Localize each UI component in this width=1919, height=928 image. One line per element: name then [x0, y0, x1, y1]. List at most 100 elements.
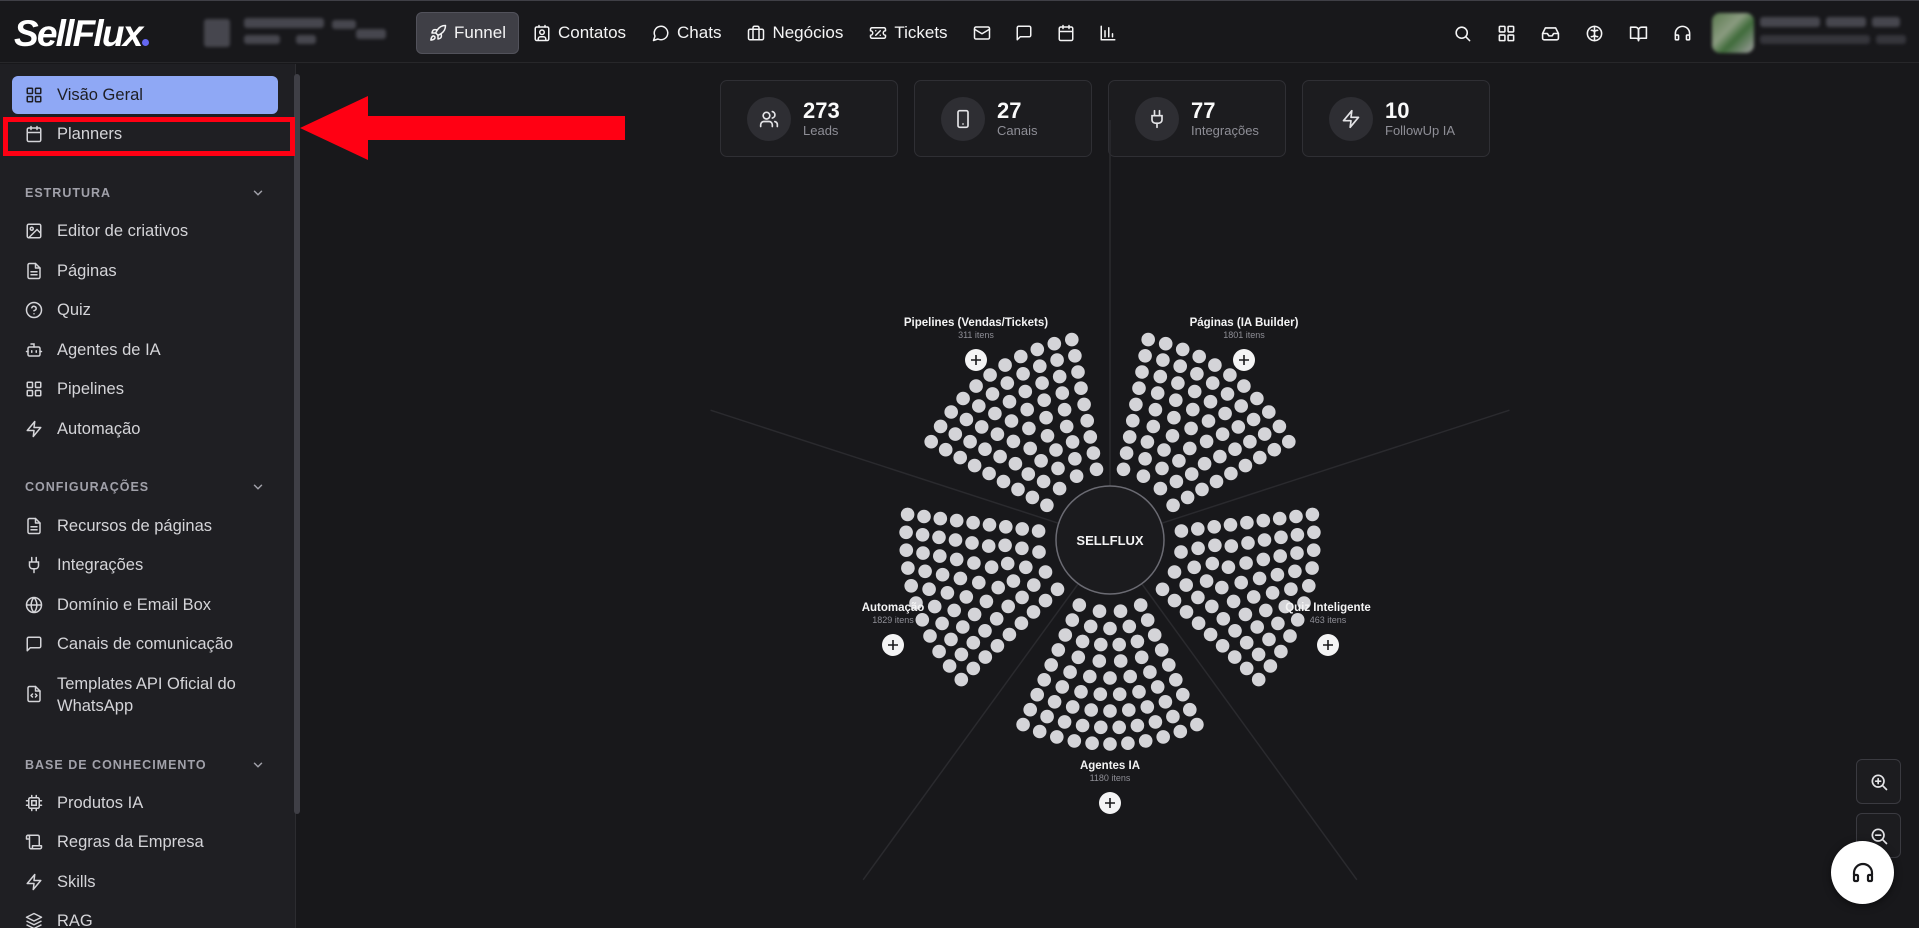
sidebar-item-automacao[interactable]: Automação — [12, 410, 278, 448]
help-chat-button[interactable] — [1831, 841, 1894, 904]
nav-tickets[interactable]: Tickets — [857, 12, 959, 54]
funnel-node[interactable] — [900, 507, 915, 522]
app-logo[interactable]: SellFlux — [14, 13, 150, 55]
funnel-node[interactable] — [1257, 427, 1272, 441]
funnel-node[interactable] — [1205, 376, 1220, 390]
funnel-node[interactable] — [1085, 736, 1099, 750]
funnel-node[interactable] — [1175, 342, 1190, 357]
funnel-node[interactable] — [990, 639, 1005, 653]
funnel-node[interactable] — [1134, 650, 1149, 665]
funnel-node[interactable] — [1119, 446, 1134, 460]
funnel-node[interactable] — [956, 620, 970, 634]
funnel-node[interactable] — [1215, 427, 1230, 442]
funnel-cluster[interactable] — [1155, 507, 1321, 687]
funnel-node[interactable] — [1267, 442, 1282, 457]
funnel-node[interactable] — [1051, 461, 1065, 476]
funnel-node[interactable] — [1169, 673, 1183, 687]
funnel-node[interactable] — [1290, 546, 1304, 560]
apps-button[interactable] — [1484, 12, 1528, 54]
funnel-node[interactable] — [1251, 647, 1266, 662]
funnel-node[interactable] — [1169, 474, 1184, 489]
funnel-node[interactable] — [1065, 435, 1080, 449]
funnel-node[interactable] — [1157, 443, 1171, 457]
funnel-node[interactable] — [1195, 482, 1209, 497]
funnel-node[interactable] — [1000, 556, 1015, 571]
funnel-node[interactable] — [954, 672, 969, 687]
funnel-node[interactable] — [989, 612, 1004, 626]
funnel-node[interactable] — [938, 442, 953, 457]
funnel-node[interactable] — [1121, 736, 1135, 750]
funnel-node[interactable] — [1074, 381, 1088, 396]
funnel-node[interactable] — [996, 474, 1011, 489]
funnel-node[interactable] — [1274, 644, 1288, 659]
funnel-node[interactable] — [1153, 369, 1168, 384]
funnel-node[interactable] — [1020, 402, 1034, 417]
funnel-node[interactable] — [1215, 639, 1230, 653]
funnel-node[interactable] — [1015, 522, 1029, 536]
funnel-node[interactable] — [1067, 734, 1082, 748]
sidebar-item-pipelines[interactable]: Pipelines — [12, 370, 278, 408]
funnel-node[interactable] — [1132, 685, 1146, 699]
funnel-node[interactable] — [1205, 556, 1220, 571]
funnel-node[interactable] — [1240, 515, 1254, 530]
funnel-node[interactable] — [1135, 365, 1149, 379]
funnel-node[interactable] — [1179, 605, 1194, 619]
funnel-node[interactable] — [1022, 421, 1036, 436]
funnel-node[interactable] — [1199, 574, 1214, 588]
sidebar-item-skills[interactable]: Skills — [12, 863, 278, 901]
funnel-node[interactable] — [949, 513, 964, 528]
funnel-node[interactable] — [1071, 650, 1086, 665]
funnel-node[interactable] — [1015, 541, 1029, 556]
funnel-node[interactable] — [1123, 669, 1137, 684]
funnel-node[interactable] — [947, 603, 961, 618]
funnel-node[interactable] — [965, 536, 979, 550]
funnel-node[interactable] — [1250, 391, 1264, 406]
funnel-node[interactable] — [1112, 687, 1127, 701]
funnel-node[interactable] — [924, 434, 938, 449]
funnel-node[interactable] — [966, 515, 980, 530]
funnel-node[interactable] — [1002, 627, 1017, 642]
funnel-node[interactable] — [935, 567, 950, 582]
funnel-node[interactable] — [1215, 580, 1229, 595]
funnel-node[interactable] — [1133, 598, 1148, 612]
funnel-node[interactable] — [991, 580, 1005, 595]
funnel-node[interactable] — [999, 520, 1013, 534]
funnel-node[interactable] — [966, 635, 981, 650]
funnel-node[interactable] — [956, 391, 970, 406]
funnel-node[interactable] — [1220, 387, 1235, 401]
funnel-node[interactable] — [1250, 620, 1264, 634]
funnel-node[interactable] — [1038, 565, 1053, 579]
funnel-node[interactable] — [1246, 412, 1261, 427]
funnel-node[interactable] — [1074, 685, 1088, 699]
funnel-node[interactable] — [1143, 665, 1157, 679]
funnel-node[interactable] — [1239, 661, 1254, 676]
funnel-node[interactable] — [1092, 654, 1107, 668]
funnel-node[interactable] — [979, 594, 994, 609]
funnel-node[interactable] — [1130, 634, 1145, 649]
funnel-node[interactable] — [1141, 332, 1155, 347]
funnel-node[interactable] — [1153, 481, 1168, 496]
funnel-node[interactable] — [1103, 621, 1117, 636]
funnel-node[interactable] — [974, 420, 989, 434]
funnel-node[interactable] — [1155, 461, 1169, 476]
funnel-node[interactable] — [1234, 575, 1248, 590]
funnel-node[interactable] — [1023, 702, 1037, 717]
funnel-node[interactable] — [982, 466, 996, 481]
funnel-node[interactable] — [944, 405, 958, 419]
funnel-node[interactable] — [981, 539, 996, 553]
funnel-node[interactable] — [1270, 567, 1285, 582]
funnel-node[interactable] — [1256, 513, 1271, 528]
funnel-node[interactable] — [1302, 579, 1316, 593]
funnel-node[interactable] — [1184, 421, 1198, 436]
funnel-node[interactable] — [1122, 619, 1137, 634]
funnel-node[interactable] — [993, 449, 1007, 464]
funnel-node[interactable] — [1026, 605, 1041, 619]
sidebar-item-quiz[interactable]: Quiz — [12, 291, 278, 329]
funnel-node[interactable] — [1047, 336, 1062, 351]
funnel-node[interactable] — [972, 575, 986, 590]
funnel-node[interactable] — [1103, 737, 1117, 751]
funnel-node[interactable] — [1021, 467, 1036, 481]
funnel-node[interactable] — [1203, 627, 1218, 642]
funnel-node[interactable] — [1257, 533, 1272, 547]
nav-funnel[interactable]: Funnel — [416, 12, 519, 54]
